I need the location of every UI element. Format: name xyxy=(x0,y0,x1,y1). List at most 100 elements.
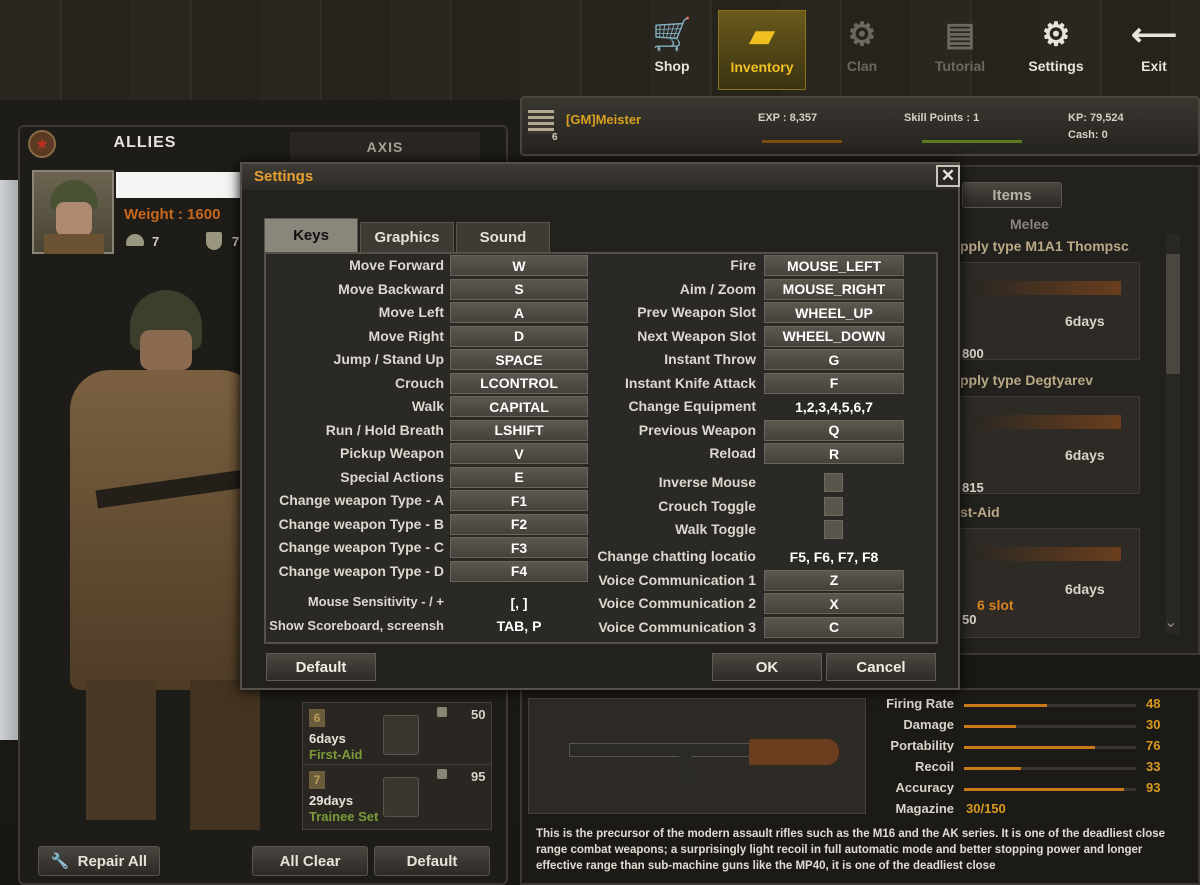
exit-nav-label: Exit xyxy=(1141,58,1167,74)
slot-item-name: First-Aid xyxy=(309,747,363,762)
soldier-leg-left xyxy=(86,680,156,820)
settings-nav-label: Settings xyxy=(1028,58,1084,74)
damage-bar xyxy=(964,725,1136,728)
keybind-previous-weapon-key[interactable]: Q xyxy=(764,419,904,441)
tab-melee[interactable]: Melee xyxy=(1010,216,1049,232)
close-icon[interactable]: ✕ xyxy=(936,165,960,187)
skill-bar xyxy=(922,140,1022,143)
keybind-move-left-label: Move Left xyxy=(378,304,444,320)
keybind-change-weapon-type-c-key[interactable]: F3 xyxy=(450,537,588,558)
keybind-prev-weapon-slot-label: Prev Weapon Slot xyxy=(637,304,756,320)
keybind-instant-throw-key[interactable]: G xyxy=(764,349,904,370)
cancel-button[interactable]: Cancel xyxy=(826,653,936,681)
keybind-move-left-key[interactable]: A xyxy=(450,302,588,323)
item-days: 6days xyxy=(1065,313,1105,329)
item-card[interactable]: 6days 6 slot xyxy=(960,528,1140,638)
inventory-slot[interactable]: 7 29days Trainee Set 95 xyxy=(302,764,492,830)
items-scrollbar[interactable] xyxy=(1166,234,1180,634)
clan-nav-button[interactable]: ⚙ Clan xyxy=(818,10,906,90)
shop-nav-button[interactable]: 🛒 Shop xyxy=(628,10,716,90)
weapon-preview xyxy=(528,698,866,814)
keybind-next-weapon-slot-key[interactable]: WHEEL_DOWN xyxy=(764,325,904,347)
item-card-title[interactable]: pply type M1A1 Thompsc xyxy=(960,238,1140,254)
slot-days: 6days xyxy=(309,731,346,746)
repair-all-button[interactable]: 🔧 Repair All xyxy=(38,846,160,876)
keybind-move-right-key[interactable]: D xyxy=(450,325,588,347)
item-card[interactable]: 6days xyxy=(960,262,1140,360)
rifle-stock-icon xyxy=(749,739,839,765)
keybind-reload-key[interactable]: R xyxy=(764,443,904,464)
item-card-title[interactable]: st-Aid xyxy=(960,504,1140,520)
stat-bar-fill xyxy=(964,767,1021,770)
keybind-crouch-key[interactable]: LCONTROL xyxy=(450,372,588,394)
magazine-value: 30/150 xyxy=(966,801,1006,816)
weapon-thumbnail-icon xyxy=(971,415,1121,429)
keybind-voice-communication-2-label: Voice Communication 2 xyxy=(598,595,756,611)
helmet-stat-icon xyxy=(126,234,144,246)
keybind-instant-knife-attack-key[interactable]: F xyxy=(764,372,904,394)
keybind-move-forward-label: Move Forward xyxy=(349,257,444,273)
keybind-special-actions-key[interactable]: E xyxy=(450,466,588,488)
item-card-title[interactable]: pply type Degtyarev xyxy=(960,372,1140,388)
keybind-jump-stand-up-label: Jump / Stand Up xyxy=(333,351,444,367)
keybind-jump-stand-up-key[interactable]: SPACE xyxy=(450,349,588,370)
keybind-voice-communication-3-key[interactable]: C xyxy=(764,616,904,638)
keybind-voice-communication-1-key[interactable]: Z xyxy=(764,569,904,591)
tab-allies[interactable]: ALLIES xyxy=(60,128,230,158)
keybind-move-backward-key[interactable]: S xyxy=(450,278,588,300)
keybind-prev-weapon-slot-key[interactable]: WHEEL_UP xyxy=(764,302,904,323)
default-button[interactable]: Default xyxy=(266,653,376,681)
left-default-button[interactable]: Default xyxy=(374,846,490,876)
item-card[interactable]: 6days xyxy=(960,396,1140,494)
stat-bar-fill xyxy=(964,746,1095,749)
tab-graphics[interactable]: Graphics xyxy=(360,222,454,252)
item-slot: 6 slot xyxy=(977,597,1014,613)
crouch-toggle-checkbox[interactable] xyxy=(824,496,843,516)
keybind-pickup-weapon-key[interactable]: V xyxy=(450,443,588,464)
tutorial-nav-button[interactable]: ▤ Tutorial xyxy=(916,10,1004,90)
slot-days: 29days xyxy=(309,793,354,808)
keybind-change-weapon-type-d-label: Change weapon Type - D xyxy=(278,562,444,579)
ok-button[interactable]: OK xyxy=(712,653,822,681)
pistol-icon: ▰ xyxy=(749,17,775,53)
exit-nav-button[interactable]: ⟵ Exit xyxy=(1110,10,1198,90)
repair-all-label: Repair All xyxy=(77,852,148,870)
keybind-aim-zoom-key[interactable]: MOUSE_RIGHT xyxy=(764,278,904,300)
keybind-voice-communication-2-key[interactable]: X xyxy=(764,593,904,614)
keybind-run-hold-breath-key[interactable]: LSHIFT xyxy=(450,419,588,441)
keybind-voice-communication-1-label: Voice Communication 1 xyxy=(598,571,756,588)
inventory-nav-button[interactable]: ▰ Inventory xyxy=(718,10,806,90)
keybind-voice-communication-3-label: Voice Communication 3 xyxy=(598,618,756,635)
keybind-change-weapon-type-d-key[interactable]: F4 xyxy=(450,560,588,582)
keybind-move-forward-key[interactable]: W xyxy=(450,255,588,276)
tab-axis[interactable]: AXIS xyxy=(290,132,480,162)
inverse-mouse-checkbox[interactable] xyxy=(824,473,843,492)
scrollbar-thumb[interactable] xyxy=(1166,254,1180,374)
settings-title-bar[interactable] xyxy=(242,164,958,190)
accuracy-bar xyxy=(964,788,1136,791)
tab-keys[interactable]: Keys xyxy=(264,218,358,252)
armor-stat-icon xyxy=(206,232,222,250)
keybind-fire-key[interactable]: MOUSE_LEFT xyxy=(764,255,904,276)
settings-nav-button[interactable]: ⚙ Settings xyxy=(1012,10,1100,90)
walk-toggle-checkbox[interactable] xyxy=(824,520,843,539)
keybind-change-weapon-type-a-key[interactable]: F1 xyxy=(450,490,588,511)
keybind-change-weapon-type-b-key[interactable]: F2 xyxy=(450,513,588,535)
tab-items[interactable]: Items xyxy=(962,182,1062,208)
shop-nav-label: Shop xyxy=(654,58,690,74)
item-days: 6days xyxy=(1065,581,1105,597)
inventory-slot[interactable]: 6 6days First-Aid 50 xyxy=(302,702,492,768)
keybind-walk-key[interactable]: CAPITAL xyxy=(450,396,588,417)
scroll-down-icon[interactable]: ⌄ xyxy=(1164,612,1177,632)
stat-bar-fill xyxy=(964,704,1047,707)
firing-rate-value: 48 xyxy=(1146,696,1161,711)
wrench-icon: 🔧 xyxy=(50,853,70,870)
magazine-label: Magazine xyxy=(895,801,954,816)
keybind-mouse-sensitivity--key: [, ] xyxy=(510,594,528,611)
item-days: 6days xyxy=(1065,447,1105,463)
inverse-mouse-label: Inverse Mouse xyxy=(658,474,756,490)
tab-sound[interactable]: Sound xyxy=(456,222,550,252)
all-clear-button[interactable]: All Clear xyxy=(252,846,368,876)
cart-icon: 🛒 xyxy=(652,16,692,52)
rank-level: 6 xyxy=(552,132,558,143)
